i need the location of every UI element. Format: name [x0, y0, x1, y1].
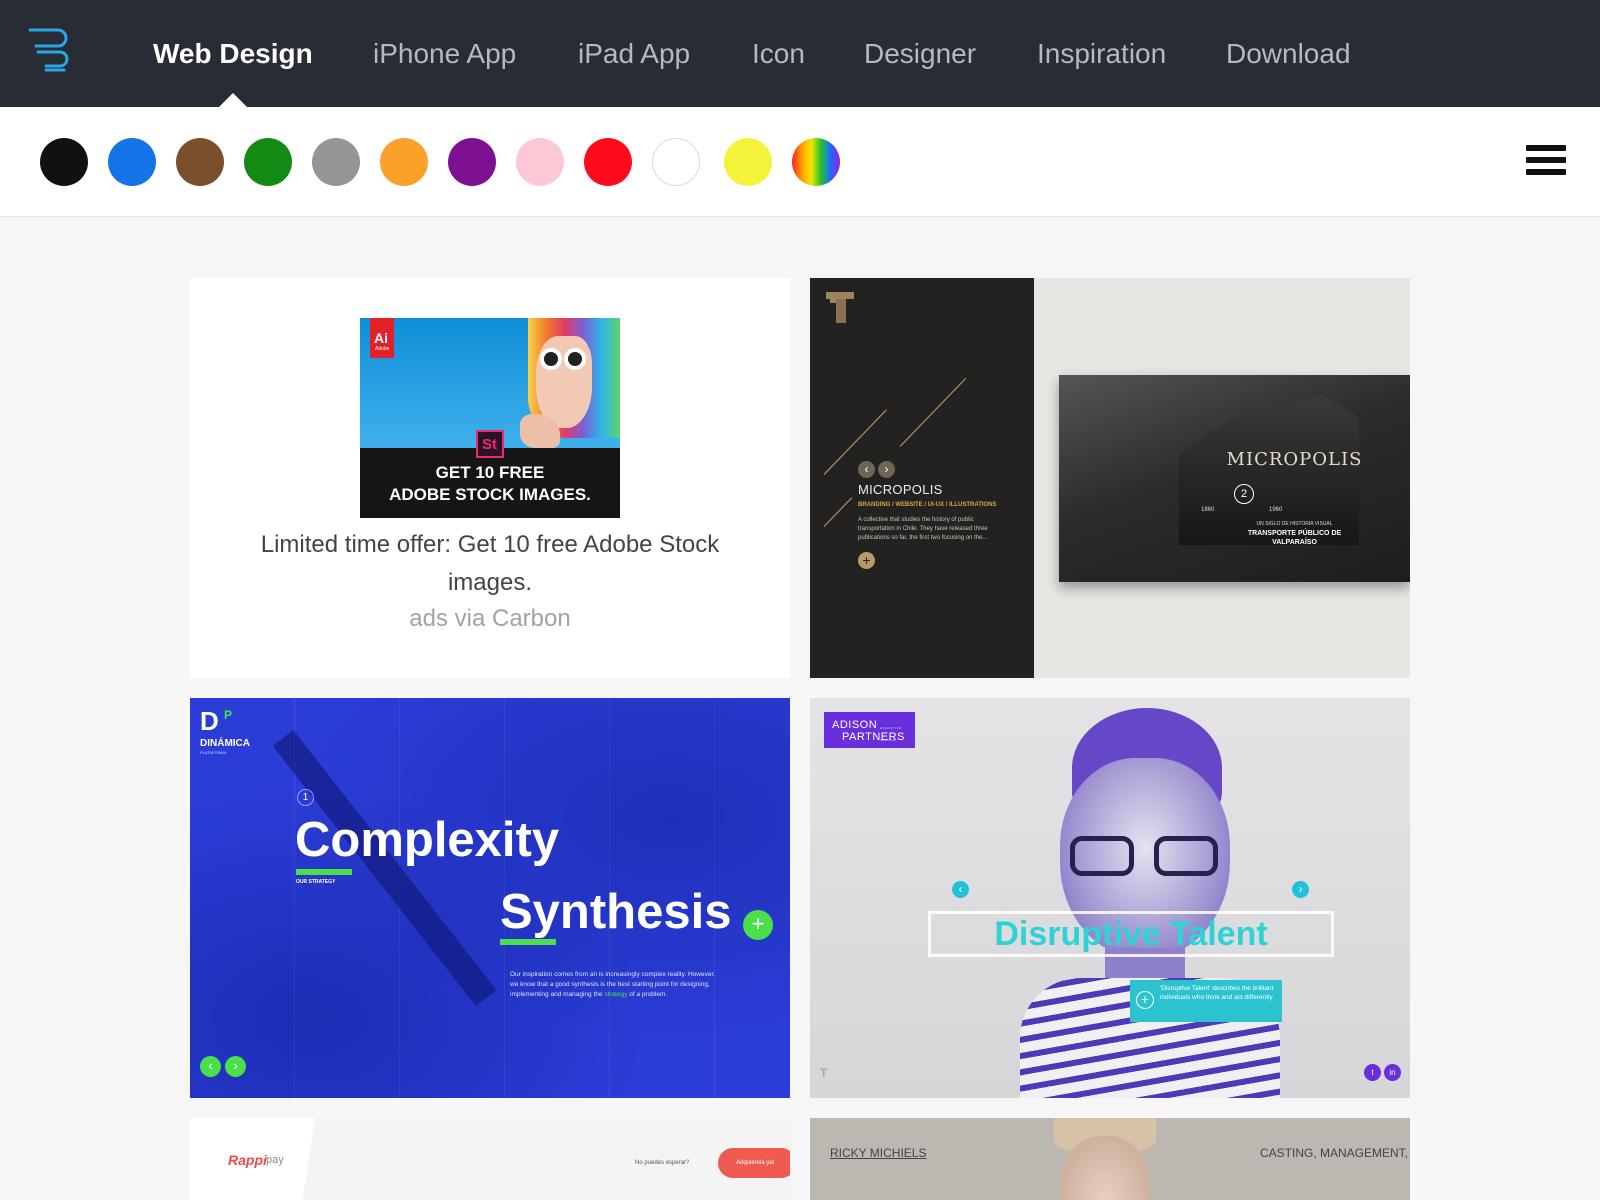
nav-item-ipad-app[interactable]: iPad App — [578, 36, 690, 72]
arrow-right-icon[interactable]: › — [1292, 881, 1309, 898]
rappi-question: No puedes esperar? — [635, 1160, 690, 1166]
micropolis-subtitle: BRANDING / WEBSITE / UI-UX / ILLUSTRATIO… — [858, 502, 997, 508]
active-tab-caret — [219, 93, 247, 107]
plus-circle-icon[interactable]: + — [1136, 991, 1154, 1009]
micropolis-photo-caption: UN SIGLO DE HISTORIA VISUAL — [1256, 521, 1333, 527]
gallery-card-adison-partners[interactable]: ADISON PARTNERS EXECUTIVE SEARCH ‹ › Dis… — [810, 698, 1410, 1098]
corner-logo: T — [820, 1066, 828, 1080]
dinamica-heading-complexity: Complexity — [295, 813, 560, 867]
rappi-cta-button[interactable]: Adquiérela ya! — [718, 1148, 790, 1178]
adobe-stock-badge-icon: St — [476, 430, 504, 458]
nav-item-icon[interactable]: Icon — [752, 36, 805, 72]
adison-title: Disruptive Talent — [994, 915, 1268, 953]
nav-item-web-design[interactable]: Web Design — [153, 36, 313, 72]
gallery-card-dinamica[interactable]: D P DINÁMICA PLATAFORMA 1 Complexity OUR… — [190, 698, 790, 1098]
color-swatch-rainbow[interactable] — [792, 138, 840, 186]
twitter-icon[interactable]: t — [1364, 1064, 1381, 1081]
color-swatch-yellow[interactable] — [724, 138, 772, 186]
rappi-pay-label: pay — [266, 1154, 284, 1166]
year-start: 1860 — [1201, 507, 1215, 513]
ricky-name-link[interactable]: RICKY MICHIELS — [830, 1146, 926, 1160]
ads-via-carbon-link[interactable]: ads via Carbon — [220, 602, 760, 636]
adison-info-box: + 'Disruptive Talent' describes the bril… — [1130, 980, 1282, 1022]
color-swatch-purple[interactable] — [448, 138, 496, 186]
color-swatch-white[interactable] — [652, 138, 700, 186]
step-number-badge: 1 — [297, 789, 314, 806]
rappi-logo: Rappi — [228, 1152, 267, 1168]
color-swatch-brown[interactable] — [176, 138, 224, 186]
micropolis-photo-title: MICROPOLIS — [1226, 449, 1363, 470]
adobe-logo-icon: Ai Adobe — [370, 318, 394, 358]
hamburger-menu-icon[interactable] — [1526, 145, 1566, 179]
plus-icon[interactable]: + — [743, 910, 773, 940]
ricky-tagline: CASTING, MANAGEMENT, IN — [1260, 1146, 1410, 1160]
nav-item-inspiration[interactable]: Inspiration — [1037, 36, 1166, 72]
color-swatch-red[interactable] — [584, 138, 632, 186]
plus-icon[interactable]: + — [858, 552, 875, 569]
linkedin-icon[interactable]: in — [1384, 1064, 1401, 1081]
color-swatch-orange[interactable] — [380, 138, 428, 186]
arrow-left-icon[interactable]: ‹ — [952, 881, 969, 898]
gallery-card-micropolis[interactable]: ‹ › MICROPOLIS BRANDING / WEBSITE / UI-UX… — [810, 278, 1410, 678]
adison-partners-logo: ADISON PARTNERS EXECUTIVE SEARCH — [824, 712, 915, 748]
color-swatch-blue[interactable] — [108, 138, 156, 186]
micropolis-title: MICROPOLIS — [858, 482, 943, 497]
dinamica-label: OUR STRATEGY — [296, 879, 336, 885]
micropolis-sidebar: ‹ › MICROPOLIS BRANDING / WEBSITE / UI-UX… — [810, 278, 1034, 678]
arrow-left-icon[interactable]: ‹ — [200, 1056, 221, 1077]
color-filter-bar — [0, 107, 1600, 217]
color-swatch-pink[interactable] — [516, 138, 564, 186]
color-swatch-black[interactable] — [40, 138, 88, 186]
color-swatch-gray[interactable] — [312, 138, 360, 186]
micropolis-photo-caption-bold: TRANSPORTE PÚBLICO DE VALPARAÍSO — [1247, 530, 1342, 546]
micropolis-description: A collective that studies the history of… — [858, 517, 988, 541]
carbon-ad-card[interactable]: Ai Adobe St GET 10 FREE ADOBE STOCK IMAG… — [190, 278, 790, 678]
arrow-left-icon[interactable]: ‹ — [858, 461, 875, 478]
gallery-card-ricky-michiels[interactable]: RICKY MICHIELS CASTING, MANAGEMENT, IN — [810, 1118, 1410, 1200]
year-end: 1960 — [1269, 507, 1283, 513]
gallery-card-rappi-pay[interactable]: Rappi pay No puedes esperar? Adquiérela … — [190, 1118, 790, 1200]
micropolis-logo-icon — [826, 292, 854, 323]
top-navigation-bar: Web Design iPhone App iPad App Icon Desi… — [0, 0, 1600, 107]
micropolis-photo: MICROPOLIS 2 1860 1960 UN SIGLO DE HISTO… — [1059, 375, 1410, 582]
nav-item-download[interactable]: Download — [1226, 36, 1351, 72]
ad-text-link[interactable]: Limited time offer: Get 10 free Adobe St… — [220, 526, 760, 602]
dinamica-slider-arrows: ‹ › — [200, 1056, 250, 1077]
arrow-right-icon[interactable]: › — [878, 461, 895, 478]
nav-item-designer[interactable]: Designer — [864, 36, 976, 72]
wind-lines-logo-icon[interactable] — [28, 26, 76, 74]
micropolis-photo-number: 2 — [1234, 484, 1254, 504]
dinamica-logo: D P DINÁMICA PLATAFORMA — [200, 706, 250, 755]
ad-image[interactable]: Ai Adobe St GET 10 FREE ADOBE STOCK IMAG… — [360, 318, 620, 518]
portrait-image — [1020, 708, 1280, 1098]
nav-item-iphone-app[interactable]: iPhone App — [373, 36, 516, 72]
color-swatch-green[interactable] — [244, 138, 292, 186]
dinamica-heading-synthesis: Synthesis — [500, 885, 732, 939]
ad-image-headline: GET 10 FREE ADOBE STOCK IMAGES. — [389, 463, 591, 504]
micropolis-slider-arrows: ‹ › — [858, 460, 898, 478]
glasses — [1070, 836, 1220, 876]
arrow-right-icon[interactable]: › — [225, 1056, 246, 1077]
dinamica-body-text: Our inspiration comes from an is increas… — [510, 971, 716, 998]
